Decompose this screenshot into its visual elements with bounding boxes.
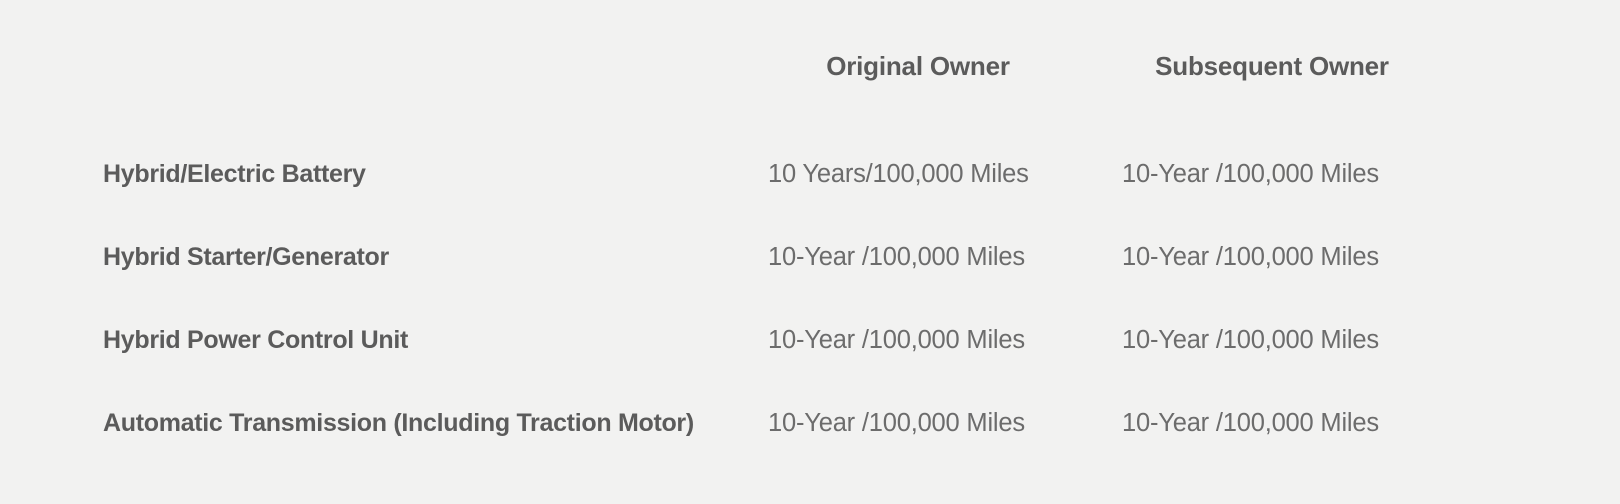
row-spacer bbox=[1460, 382, 1620, 465]
table-row: Hybrid/Electric Battery 10 Years/100,000… bbox=[0, 133, 1620, 216]
original-owner-coverage: 10-Year /100,000 Miles bbox=[768, 326, 1025, 354]
subsequent-owner-coverage: 10-Year /100,000 Miles bbox=[1122, 409, 1379, 437]
row-spacer bbox=[1460, 299, 1620, 382]
table-body: Hybrid/Electric Battery 10 Years/100,000… bbox=[0, 133, 1620, 465]
original-owner-coverage: 10-Year /100,000 Miles bbox=[768, 243, 1025, 271]
feature-label: Hybrid/Electric Battery bbox=[103, 160, 366, 188]
row-spacer bbox=[1460, 133, 1620, 216]
table-header: Original Owner Subsequent Owner bbox=[0, 0, 1620, 133]
table-row: Hybrid Starter/Generator 10-Year /100,00… bbox=[0, 216, 1620, 299]
column-header-original-owner: Original Owner bbox=[826, 51, 1010, 81]
row-spacer bbox=[1460, 216, 1620, 299]
table-row: Automatic Transmission (Including Tracti… bbox=[0, 382, 1620, 465]
subsequent-owner-coverage: 10-Year /100,000 Miles bbox=[1122, 326, 1379, 354]
subsequent-owner-coverage: 10-Year /100,000 Miles bbox=[1122, 243, 1379, 271]
column-header-feature bbox=[0, 0, 752, 133]
header-row: Original Owner Subsequent Owner bbox=[0, 0, 1620, 133]
hybrid-warranty-table: Original Owner Subsequent Owner Hybrid/E… bbox=[0, 0, 1620, 465]
original-owner-coverage: 10-Year /100,000 Miles bbox=[768, 409, 1025, 437]
feature-label: Hybrid Starter/Generator bbox=[103, 243, 389, 271]
subsequent-owner-coverage: 10-Year /100,000 Miles bbox=[1122, 160, 1379, 188]
feature-label: Automatic Transmission (Including Tracti… bbox=[103, 409, 694, 437]
column-header-spacer bbox=[1460, 0, 1620, 133]
original-owner-coverage: 10 Years/100,000 Miles bbox=[768, 160, 1029, 188]
column-header-subsequent-owner: Subsequent Owner bbox=[1155, 51, 1389, 81]
table-row: Hybrid Power Control Unit 10-Year /100,0… bbox=[0, 299, 1620, 382]
feature-label: Hybrid Power Control Unit bbox=[103, 326, 409, 354]
